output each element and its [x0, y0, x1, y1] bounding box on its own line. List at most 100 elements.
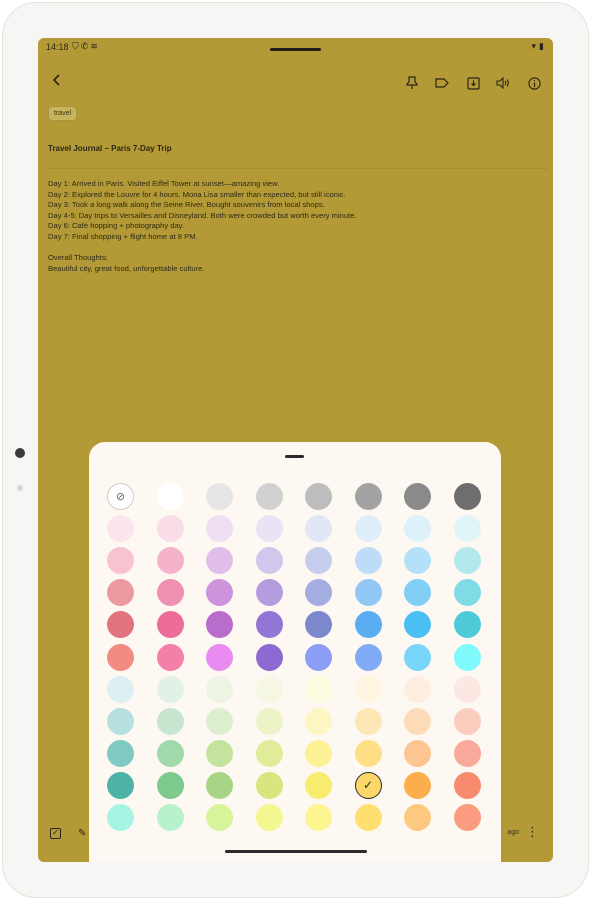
- color-swatch[interactable]: [156, 515, 184, 543]
- color-swatch[interactable]: [354, 483, 382, 510]
- color-swatch[interactable]: [453, 643, 481, 671]
- note-body[interactable]: Day 1: Arrived in Paris. Visited Eiffel …: [48, 179, 538, 274]
- sheet-drag-handle[interactable]: [285, 455, 304, 458]
- color-swatch[interactable]: [305, 707, 332, 735]
- color-swatch[interactable]: [206, 611, 233, 639]
- color-swatch-selected[interactable]: ✓: [354, 771, 382, 799]
- color-swatch[interactable]: [255, 675, 283, 703]
- color-swatch[interactable]: [305, 547, 332, 575]
- info-button[interactable]: [525, 74, 543, 92]
- more-options-button[interactable]: ⋮: [526, 824, 539, 840]
- color-swatch[interactable]: [453, 611, 481, 639]
- color-swatch[interactable]: [404, 483, 431, 510]
- color-swatch[interactable]: [354, 515, 382, 543]
- color-swatch[interactable]: [156, 675, 184, 703]
- color-swatch[interactable]: [206, 643, 233, 671]
- color-swatch[interactable]: [354, 739, 382, 767]
- color-swatch[interactable]: [453, 771, 481, 799]
- palette-button[interactable]: ✎: [78, 828, 86, 839]
- color-swatch[interactable]: [255, 483, 283, 510]
- color-swatch[interactable]: [305, 804, 332, 831]
- color-swatch[interactable]: [156, 804, 184, 831]
- color-swatch[interactable]: [354, 643, 382, 671]
- color-swatch[interactable]: [305, 643, 332, 671]
- color-swatch[interactable]: [404, 804, 431, 831]
- color-swatch[interactable]: [404, 547, 431, 575]
- color-swatch[interactable]: [305, 739, 332, 767]
- color-swatch[interactable]: [107, 707, 134, 735]
- color-swatch[interactable]: [206, 547, 233, 575]
- color-swatch[interactable]: [404, 611, 431, 639]
- note-title[interactable]: Travel Journal – Paris 7-Day Trip: [48, 144, 172, 153]
- color-swatch[interactable]: [107, 675, 134, 703]
- color-swatch[interactable]: [107, 643, 134, 671]
- color-swatch[interactable]: [206, 675, 233, 703]
- color-swatch[interactable]: [453, 579, 481, 607]
- pin-button[interactable]: [403, 74, 421, 92]
- color-swatch[interactable]: [206, 707, 233, 735]
- color-swatch[interactable]: [156, 579, 184, 607]
- archive-button[interactable]: [464, 74, 482, 92]
- color-swatch[interactable]: [107, 611, 134, 639]
- read-aloud-button[interactable]: [494, 74, 512, 92]
- color-swatch[interactable]: [156, 707, 184, 735]
- color-swatch[interactable]: [156, 643, 184, 671]
- color-swatch[interactable]: [255, 611, 283, 639]
- color-swatch[interactable]: [404, 643, 431, 671]
- color-swatch[interactable]: [206, 739, 233, 767]
- color-swatch[interactable]: [305, 771, 332, 799]
- color-swatch[interactable]: [206, 515, 233, 543]
- color-swatch[interactable]: [354, 579, 382, 607]
- color-swatch[interactable]: [156, 739, 184, 767]
- color-swatch[interactable]: [453, 675, 481, 703]
- color-swatch[interactable]: [107, 579, 134, 607]
- color-swatch[interactable]: [156, 771, 184, 799]
- color-swatch[interactable]: [453, 707, 481, 735]
- color-swatch[interactable]: [404, 771, 431, 799]
- color-swatch[interactable]: [107, 547, 134, 575]
- color-swatch[interactable]: [255, 804, 283, 831]
- color-swatch[interactable]: [255, 739, 283, 767]
- color-swatch[interactable]: [107, 739, 134, 767]
- color-swatch[interactable]: [453, 804, 481, 831]
- color-swatch[interactable]: [354, 611, 382, 639]
- color-swatch[interactable]: [305, 579, 332, 607]
- color-swatch[interactable]: [404, 707, 431, 735]
- color-swatch[interactable]: [206, 771, 233, 799]
- color-swatch[interactable]: [453, 739, 481, 767]
- color-swatch[interactable]: [354, 547, 382, 575]
- color-swatch[interactable]: [206, 579, 233, 607]
- color-swatch[interactable]: [255, 579, 283, 607]
- checkbox-button[interactable]: ✓: [50, 828, 61, 839]
- color-swatch[interactable]: [107, 515, 134, 543]
- color-swatch[interactable]: [255, 771, 283, 799]
- color-swatch[interactable]: [354, 675, 382, 703]
- color-swatch[interactable]: [305, 515, 332, 543]
- color-swatch[interactable]: [156, 547, 184, 575]
- color-swatch[interactable]: [206, 804, 233, 831]
- color-swatch[interactable]: [206, 483, 233, 510]
- color-swatch[interactable]: [404, 515, 431, 543]
- color-swatch[interactable]: [255, 547, 283, 575]
- color-swatch[interactable]: [107, 771, 134, 799]
- color-swatch[interactable]: [453, 483, 481, 510]
- color-swatch[interactable]: [404, 739, 431, 767]
- color-swatch[interactable]: [453, 547, 481, 575]
- color-swatch[interactable]: [305, 675, 332, 703]
- color-swatch[interactable]: [107, 804, 134, 831]
- color-swatch[interactable]: [305, 483, 332, 510]
- color-swatch[interactable]: [156, 611, 184, 639]
- color-swatch-default[interactable]: ⊘: [107, 483, 134, 510]
- color-swatch[interactable]: [156, 483, 184, 510]
- color-swatch[interactable]: [255, 707, 283, 735]
- color-swatch[interactable]: [354, 804, 382, 831]
- color-swatch[interactable]: [255, 643, 283, 671]
- color-swatch[interactable]: [305, 611, 332, 639]
- note-tag-chip[interactable]: travel: [48, 106, 78, 121]
- color-swatch[interactable]: [404, 579, 431, 607]
- label-button[interactable]: [433, 74, 451, 92]
- color-swatch[interactable]: [404, 675, 431, 703]
- color-swatch[interactable]: [354, 707, 382, 735]
- back-button[interactable]: [48, 71, 66, 89]
- color-swatch[interactable]: [453, 515, 481, 543]
